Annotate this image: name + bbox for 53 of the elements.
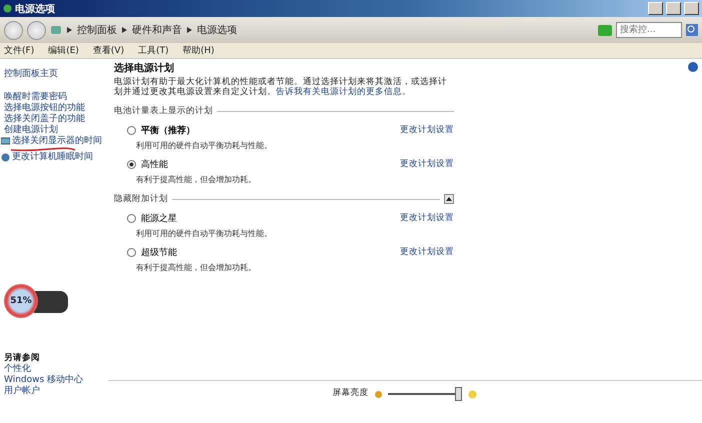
window-icon	[3, 4, 12, 13]
see-also-heading: 另请参阅	[4, 352, 41, 364]
menu-item[interactable]: 查看(V)	[92, 44, 124, 57]
minimize-button[interactable]	[648, 2, 663, 15]
maximize-button[interactable]	[666, 2, 681, 15]
see-also-link[interactable]: Windows 移动中心	[4, 375, 108, 386]
menu-item[interactable]: 文件(F)	[4, 44, 34, 57]
chevron-icon	[122, 27, 127, 33]
group-heading: 隐藏附加计划	[114, 193, 168, 205]
search-field[interactable]: 搜索控...	[616, 22, 682, 38]
brightness-label: 屏幕亮度	[332, 387, 368, 399]
plan-radio[interactable]: 平衡（推荐）	[127, 124, 400, 137]
group-heading: 电池计量表上显示的计划	[114, 105, 213, 117]
sidebar-link[interactable]: 创建电源计划	[4, 125, 108, 136]
see-also-link[interactable]: 个性化	[4, 364, 108, 375]
breadcrumb[interactable]: 控制面板	[77, 23, 117, 37]
change-plan-link[interactable]: 更改计划设置	[400, 158, 454, 171]
help-link[interactable]: 告诉我有关电源计划的更多信息	[276, 87, 402, 97]
help-icon[interactable]	[688, 62, 698, 72]
menu-item[interactable]: 帮助(H)	[182, 44, 214, 57]
slider-thumb[interactable]	[454, 387, 462, 401]
sidebar-link[interactable]: 唤醒时需要密码	[4, 92, 108, 103]
description-text: 电源计划有助于最大化计算机的性能或者节能。通过选择计划来将其激活，或选择计划并通过更改其电源设置来自定义计划。告诉我有关电源计划的更多信息。	[114, 77, 448, 97]
change-plan-link[interactable]: 更改计划设置	[400, 124, 454, 137]
sidebar-link[interactable]: 选择关闭盖子的功能	[4, 114, 108, 125]
chevron-icon	[67, 27, 72, 33]
plan-description: 利用可用的硬件自动平衡功耗与性能。	[136, 140, 273, 151]
menu-item[interactable]: 工具(T)	[138, 44, 169, 57]
collapse-button[interactable]	[444, 194, 454, 204]
plan-radio[interactable]: 高性能	[127, 158, 400, 171]
plan-description: 有利于提高性能，但会增加功耗。	[136, 174, 257, 185]
sidebar-link[interactable]: 更改计算机睡眠时间	[12, 152, 93, 163]
window-title: 电源选项	[15, 2, 56, 16]
breadcrumb[interactable]: 硬件和声音	[132, 23, 182, 37]
chevron-icon	[187, 27, 192, 33]
change-plan-link[interactable]: 更改计划设置	[400, 246, 454, 259]
see-also-link[interactable]: 用户帐户	[4, 386, 108, 397]
gauge-reading: 51%	[4, 284, 38, 318]
sidebar-link[interactable]: 选择关闭显示器的时间	[12, 136, 102, 147]
plan-description: 利用可用的硬件自动平衡功耗与性能。	[136, 228, 273, 239]
plan-radio[interactable]: 能源之星	[127, 212, 400, 225]
monitor-icon	[1, 137, 10, 146]
search-icon[interactable]	[686, 24, 698, 36]
close-button[interactable]	[684, 2, 699, 15]
sidebar-link[interactable]: 控制面板主页	[4, 69, 108, 80]
sidebar-link[interactable]: 选择电源按钮的功能	[4, 103, 108, 114]
plan-radio[interactable]: 超级节能	[127, 246, 400, 259]
breadcrumb[interactable]: 电源选项	[197, 23, 237, 37]
scribble-drawing	[10, 147, 76, 152]
plan-description: 有利于提高性能，但会增加功耗。	[136, 262, 257, 273]
menu-item[interactable]: 编辑(E)	[48, 44, 79, 57]
page-heading: 选择电源计划	[114, 62, 175, 75]
change-plan-link[interactable]: 更改计划设置	[400, 212, 454, 225]
